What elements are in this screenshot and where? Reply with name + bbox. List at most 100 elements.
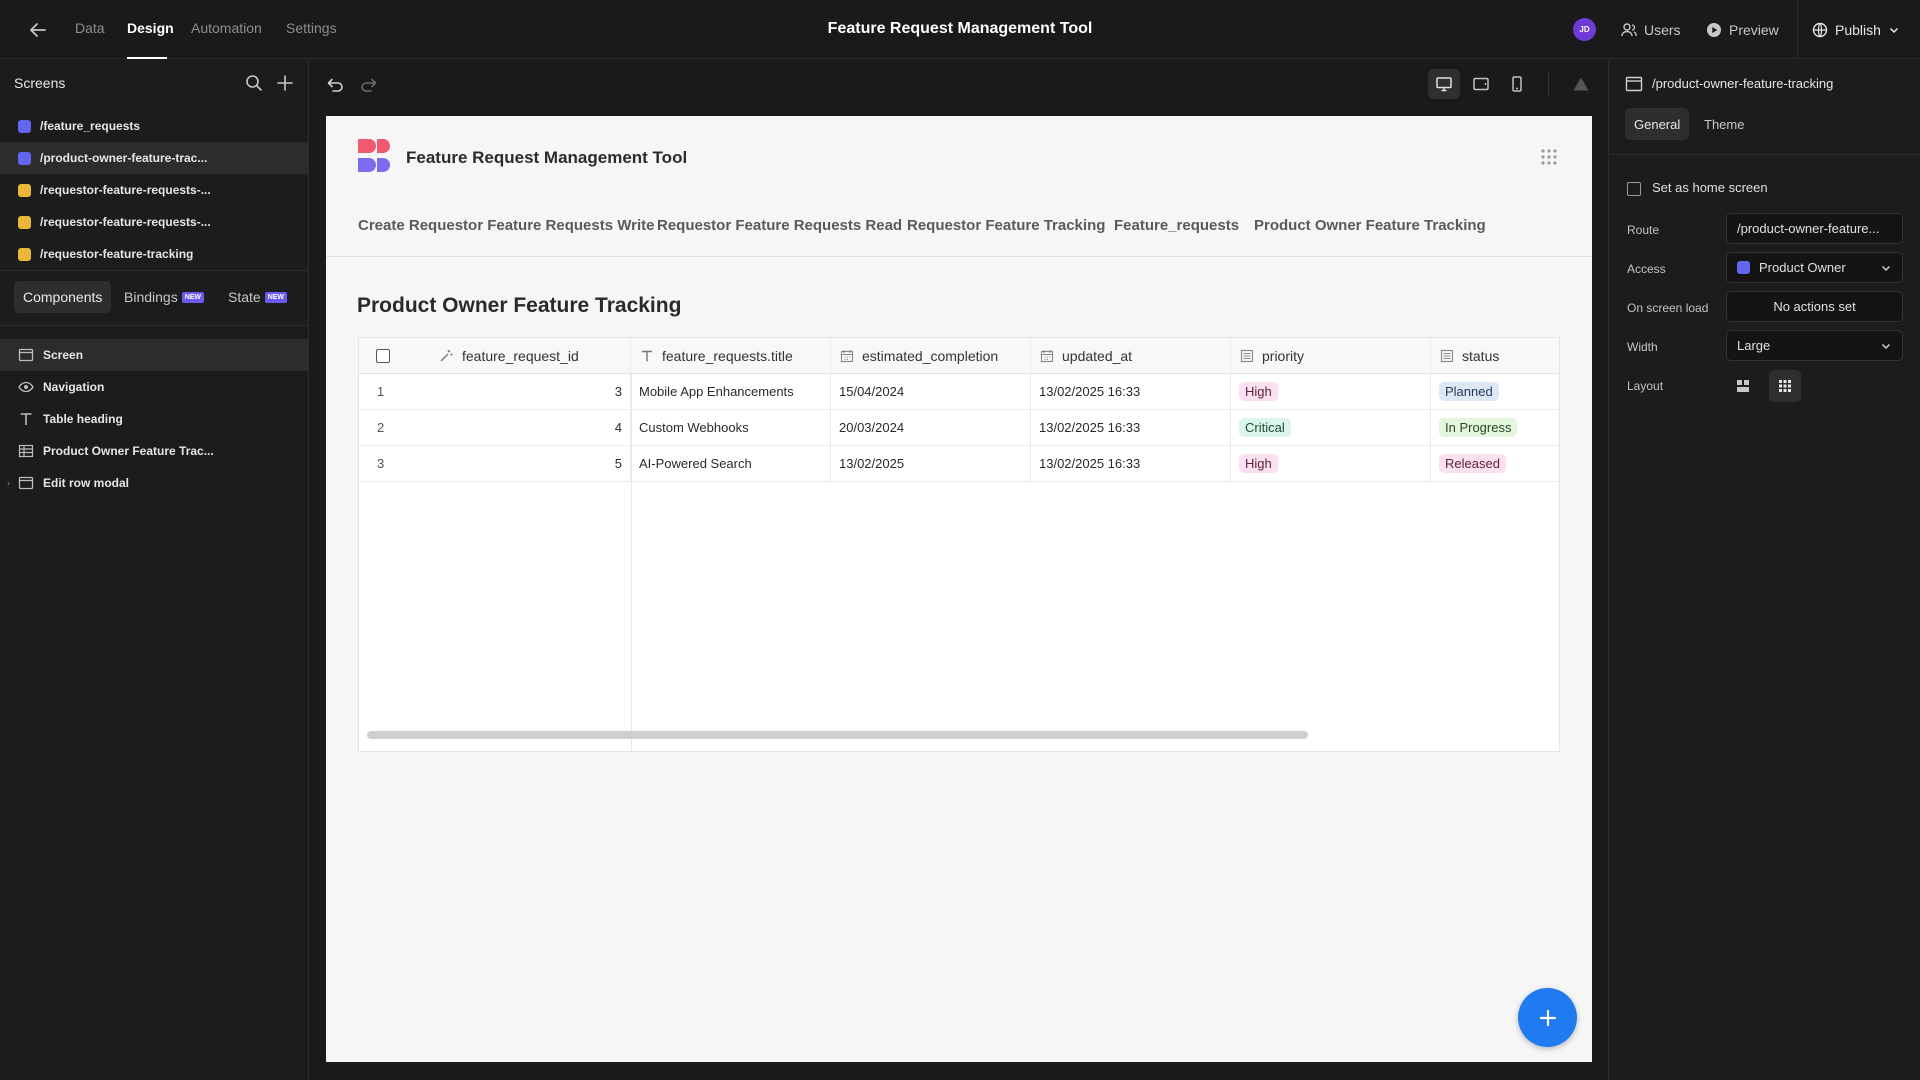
tab-design[interactable]: Design [127,20,174,36]
screen-item-requestor-feature-tracking[interactable]: /requestor-feature-tracking [0,238,308,270]
column-header-label: status [1462,347,1500,364]
redo-icon[interactable] [359,74,379,94]
nav-link-create-requestor[interactable]: Create Requestor Feature Requests Write [358,217,654,234]
screen-item-requestor-feature-requests-1[interactable]: /requestor-feature-requests-... [0,174,308,206]
right-panel: /product-owner-feature-tracking General … [1608,60,1920,1080]
nav-link-feature-requests[interactable]: Feature_requests [1114,217,1239,234]
screen-item-product-owner-feature-tracking[interactable]: /product-owner-feature-trac... [0,142,308,174]
onload-actions-button[interactable]: No actions set [1726,291,1903,322]
table-header-priority[interactable]: priority [1231,338,1431,374]
cell-estimated-completion: 20/03/2024 [831,410,1031,445]
home-screen-checkbox[interactable] [1627,182,1641,196]
top-bar: Data Design Automation Settings Feature … [0,0,1920,59]
layout-label: Layout [1627,379,1664,393]
tab-label: State [228,289,261,305]
component-screen[interactable]: Screen [0,339,308,371]
desktop-view-icon[interactable] [1428,69,1460,99]
component-table[interactable]: Product Owner Feature Trac... [0,435,308,467]
width-label: Width [1627,340,1658,354]
route-label: Route [1627,223,1660,237]
table-header-id[interactable]: feature_request_id [359,338,631,374]
layout-grid-icon[interactable] [1769,370,1801,402]
component-label: Product Owner Feature Trac... [43,444,214,458]
back-arrow-icon[interactable] [27,19,49,41]
component-label: Screen [43,348,84,362]
add-row-button[interactable] [1518,988,1577,1047]
tab-state[interactable]: State NEW [219,281,296,313]
tab-label: General [1634,116,1681,132]
publish-label: Publish [1835,22,1881,38]
table-row[interactable]: 3 5 AI-Powered Search 13/02/2025 13/02/2… [359,446,1559,482]
screen-item-requestor-feature-requests-2[interactable]: /requestor-feature-requests-... [0,206,308,238]
component-navigation[interactable]: Navigation [0,371,308,403]
new-badge: NEW [181,291,205,303]
row-number: 1 [377,384,385,399]
screen-label: /requestor-feature-requests-... [40,183,211,197]
grid-menu-icon[interactable] [1540,148,1558,166]
screen-label: /product-owner-feature-trac... [40,151,208,165]
cell-feature-request-id: 5 [419,446,631,481]
preview-button[interactable]: Preview [1706,18,1779,42]
column-header-label: estimated_completion [862,347,999,364]
nav-link-requestor-read[interactable]: Requestor Feature Requests Read [657,217,902,234]
app-logo [358,139,390,172]
text-icon [642,350,652,361]
status-badge: Planned [1439,382,1499,401]
table-header-title[interactable]: feature_requests.title [631,338,831,374]
route-input[interactable]: /product-owner-feature... [1726,213,1903,244]
table-header-status[interactable]: status [1431,338,1559,374]
users-icon [1621,23,1637,37]
screen-item-feature-requests[interactable]: /feature_requests [0,110,308,142]
tab-bindings[interactable]: Bindings NEW [115,281,213,313]
mobile-view-icon[interactable] [1501,69,1533,99]
cell-updated-at: 13/02/2025 16:33 [1031,446,1231,481]
nav-link-requestor-tracking[interactable]: Requestor Feature Tracking [907,217,1105,234]
screen-label: /feature_requests [40,119,141,133]
chevron-down-icon [1889,27,1898,34]
chevron-down-icon [1881,265,1891,271]
component-table-heading[interactable]: Table heading [0,403,308,435]
cell-priority: High [1231,374,1431,409]
column-header-label: updated_at [1062,347,1133,364]
app-name: Feature Request Management Tool [406,148,688,167]
app-preview: Feature Request Management Tool Create R… [326,116,1592,1062]
layout-flex-icon[interactable] [1727,370,1759,402]
nav-link-product-owner-tracking[interactable]: Product Owner Feature Tracking [1254,217,1486,234]
tab-settings[interactable]: Settings [286,20,337,36]
publish-button[interactable]: Publish [1812,18,1900,42]
tab-automation[interactable]: Automation [191,20,262,36]
access-select[interactable]: Product Owner [1726,252,1903,283]
cell-feature-request-id: 3 [419,374,631,409]
onload-label: On screen load [1627,301,1709,315]
users-button[interactable]: Users [1621,18,1681,42]
route-value: /product-owner-feature... [1737,221,1880,236]
tablet-view-icon[interactable] [1465,69,1497,99]
priority-badge: High [1239,454,1278,473]
horizontal-scrollbar[interactable] [367,731,1308,739]
component-label: Table heading [43,412,123,426]
width-select[interactable]: Large [1726,330,1903,361]
undo-icon[interactable] [325,74,345,94]
select-all-checkbox[interactable] [376,349,390,363]
screen-icon [1625,76,1643,92]
top-separator [1797,0,1798,59]
tab-theme[interactable]: Theme [1695,108,1753,140]
tab-label: Components [23,289,103,305]
table-header-estimated[interactable]: estimated_completion [831,338,1031,374]
table-header-updated[interactable]: updated_at [1031,338,1231,374]
cell-status: Planned [1431,374,1559,409]
search-icon[interactable] [244,73,264,93]
tab-components[interactable]: Components [14,281,112,313]
column-header-label: feature_requests.title [662,347,793,364]
tab-data[interactable]: Data [75,20,105,36]
cell-title: Custom Webhooks [631,410,831,445]
add-screen-icon[interactable] [275,73,295,93]
table-row[interactable]: 1 3 Mobile App Enhancements 15/04/2024 1… [359,374,1559,410]
tab-general[interactable]: General [1625,108,1690,140]
table-row[interactable]: 2 4 Custom Webhooks 20/03/2024 13/02/202… [359,410,1559,446]
avatar[interactable]: JD [1573,18,1596,41]
expand-caret-icon[interactable]: › [7,478,10,488]
warning-icon[interactable] [1565,69,1597,99]
screen-icon [18,348,34,362]
component-edit-row-modal[interactable]: › Edit row modal [0,467,308,499]
